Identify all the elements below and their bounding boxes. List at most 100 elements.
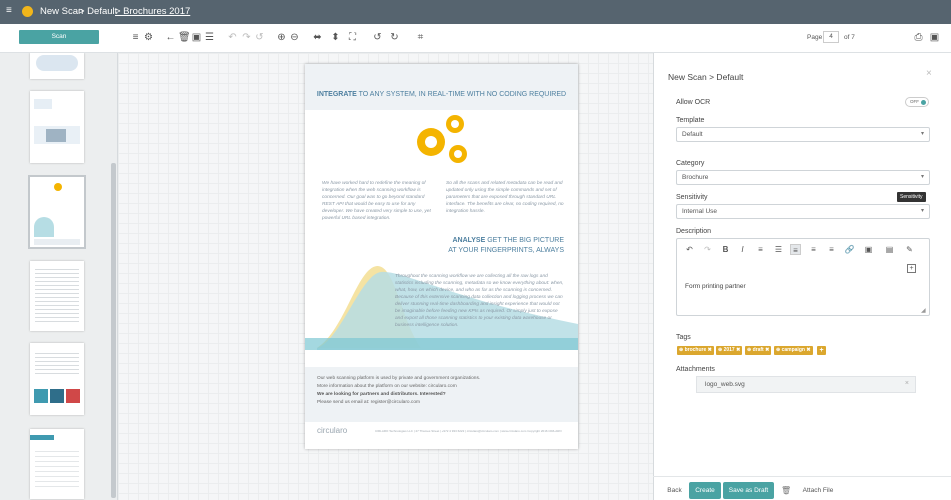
doc-fine-print: CIRLARO Technologies LLC | 47 Thames Str…: [375, 429, 562, 433]
chevron-down-icon: ▾: [920, 174, 924, 180]
attachments-label: Attachments: [676, 366, 715, 373]
tag-label: campaign: [781, 347, 805, 353]
panel-footer-divider: [653, 476, 951, 477]
print-icon[interactable]: ⎙: [913, 32, 924, 43]
zoom-out-icon[interactable]: ⊖: [289, 32, 300, 43]
template-label: Template: [676, 117, 705, 124]
undo-icon[interactable]: ↶: [227, 32, 238, 43]
doc-logo: circularo: [317, 426, 348, 435]
template-select[interactable]: Default ▾: [676, 127, 930, 142]
italic-icon[interactable]: I: [737, 244, 748, 255]
thumbnail-page-3[interactable]: [30, 91, 84, 163]
align-center-icon[interactable]: ≡: [808, 244, 819, 255]
breadcrumb-default[interactable]: > Default: [79, 6, 117, 17]
thumbnail-page-5[interactable]: [30, 261, 84, 331]
save-icon[interactable]: ▣: [191, 32, 202, 43]
resize-handle-icon[interactable]: ◢: [921, 307, 926, 314]
ocr-toggle[interactable]: OFF: [905, 97, 929, 107]
attach-file-button[interactable]: Attach File: [797, 482, 839, 499]
doc-analyse-text: Throughout the scanning workflow we are …: [395, 274, 564, 328]
history-icon[interactable]: ↺: [254, 32, 265, 43]
ocr-toggle-label: OFF: [910, 99, 919, 104]
sensitivity-value: Internal Use: [682, 208, 718, 215]
thumbnail-page-2[interactable]: [30, 53, 84, 79]
tag-2017[interactable]: ⊕ 2017 ✖: [716, 346, 743, 355]
table-icon[interactable]: ▤: [884, 244, 895, 255]
image-icon[interactable]: ▣: [863, 244, 874, 255]
align-right-icon[interactable]: ≡: [826, 244, 837, 255]
doc-col2: So all the scans and related metadata ca…: [446, 181, 564, 214]
doc-footer-line2: More information about the platform on o…: [317, 384, 457, 389]
document-page[interactable]: INTEGRATE TO ANY SYSTEM, IN REAL-TIME WI…: [305, 64, 578, 449]
crop-icon[interactable]: ⌗: [415, 32, 426, 43]
doc-footer-line3: We are looking for partners and distribu…: [317, 392, 446, 397]
doc-headline: INTEGRATE TO ANY SYSTEM, IN REAL-TIME WI…: [316, 91, 567, 98]
app-logo[interactable]: [22, 6, 33, 17]
create-button[interactable]: Create: [689, 482, 721, 499]
panel-title: New Scan > Default: [668, 72, 744, 82]
gear-icon[interactable]: ⚙: [143, 32, 154, 43]
numbered-list-icon[interactable]: ≡: [755, 244, 766, 255]
attachment-item[interactable]: logo_web.svg ×: [696, 376, 916, 393]
back-button[interactable]: Back: [662, 482, 687, 499]
undo-icon[interactable]: ↶: [684, 244, 695, 255]
chevron-down-icon: ▾: [920, 131, 924, 137]
thumbnail-scrollbar[interactable]: [111, 163, 116, 498]
bold-icon[interactable]: B: [720, 244, 731, 255]
trash-icon[interactable]: 🗑: [178, 32, 191, 43]
link-icon[interactable]: 🔗: [844, 244, 855, 255]
chevron-down-icon: ▾: [920, 208, 924, 214]
sensitivity-label: Sensitivity: [676, 194, 708, 201]
tag-campaign[interactable]: ⊕ campaign ✖: [774, 346, 813, 355]
tag-brochure[interactable]: ⊕ brochure ✖: [677, 346, 714, 355]
description-label: Description: [676, 228, 712, 235]
align-left-icon[interactable]: ≡: [790, 244, 801, 255]
scan-button[interactable]: Scan: [19, 30, 99, 44]
gears-icon: [417, 115, 467, 163]
trash-icon[interactable]: 🗑: [781, 486, 791, 495]
category-select[interactable]: Brochure ▾: [676, 170, 930, 185]
ocr-toggle-knob: [921, 100, 926, 105]
attachment-filename: logo_web.svg: [705, 381, 745, 388]
sensitivity-tooltip: Sensitivity: [897, 192, 926, 202]
rotate-right-icon[interactable]: ↻: [389, 32, 400, 43]
tag-label: draft: [752, 347, 764, 353]
bullet-list-icon[interactable]: ☰: [773, 244, 784, 255]
remove-attachment-icon[interactable]: ×: [905, 380, 909, 387]
download-icon[interactable]: ▣: [929, 32, 940, 43]
add-block-icon[interactable]: +: [907, 264, 916, 273]
thumbnail-page-4-selected[interactable]: [28, 175, 86, 249]
toolbar: Scan ≡ ⚙ ← 🗑 ▣ ☰ ↶ ↷ ↺ ⊕ ⊖ ⬌ ⬍ ⛶ ↺ ↻ ⌗ P…: [0, 24, 951, 53]
fit-height-icon[interactable]: ⬍: [330, 32, 341, 43]
add-tag-button[interactable]: +: [817, 346, 826, 355]
page-input[interactable]: 4: [823, 31, 839, 43]
save-draft-button[interactable]: Save as Draft: [723, 482, 774, 499]
rotate-left-icon[interactable]: ↺: [372, 32, 383, 43]
tag-draft[interactable]: ⊕ draft ✖: [745, 346, 772, 355]
fit-page-icon[interactable]: ⛶: [347, 32, 358, 43]
sensitivity-select[interactable]: Internal Use ▾: [676, 204, 930, 219]
pen-icon[interactable]: ✎: [904, 244, 915, 255]
doc-analyse-heading: ANALYSE GET THE BIG PICTURE AT YOUR FINGE…: [448, 237, 564, 254]
doc-footer-line1: Our web scanning platform is used by pri…: [317, 376, 481, 381]
redo-icon[interactable]: ↷: [702, 244, 713, 255]
close-icon[interactable]: ×: [926, 68, 932, 79]
top-bar: ≡ New Scan > Default > Brochures 2017: [0, 0, 951, 24]
breadcrumb-brochures[interactable]: > Brochures 2017: [115, 6, 190, 17]
redo-icon[interactable]: ↷: [241, 32, 252, 43]
doc-col1: We have worked hard to redefine the mean…: [322, 181, 431, 221]
arrow-left-icon[interactable]: ←: [165, 32, 176, 43]
menu-icon[interactable]: ≡: [6, 6, 14, 16]
list-icon[interactable]: ≡: [130, 32, 141, 43]
fit-width-icon[interactable]: ⬌: [312, 32, 323, 43]
page-label: Page: [807, 34, 823, 41]
thumbnail-page-7[interactable]: [30, 429, 84, 499]
doc-footer-line4: Please send us email at: register@circul…: [317, 400, 420, 405]
breadcrumb-new-scan[interactable]: New Scan: [40, 6, 83, 17]
description-text: Form printing partner: [685, 283, 746, 290]
category-value: Brochure: [682, 174, 709, 181]
thumbnail-page-6[interactable]: [30, 343, 84, 415]
zoom-in-icon[interactable]: ⊕: [276, 32, 287, 43]
template-value: Default: [682, 131, 703, 138]
database-icon[interactable]: ☰: [204, 32, 215, 43]
